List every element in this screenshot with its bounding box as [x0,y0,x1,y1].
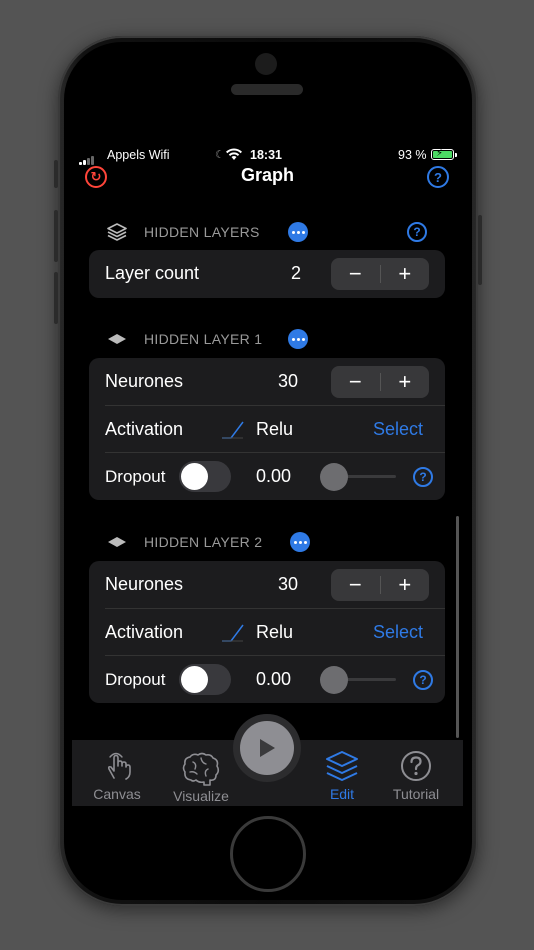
dropout-value: 0.00 [256,669,292,689]
section-help-icon[interactable]: ? [407,222,427,242]
cellular-signal-icon [79,151,95,165]
tab-canvas[interactable]: Canvas [77,740,157,806]
neurones-label: Neurones [105,574,184,594]
increment-button[interactable]: + [381,259,430,289]
neurones-row: Neurones 30 − + [89,358,445,405]
dropout-row: Dropout 0.00 ? [105,655,445,702]
layers-icon [326,751,358,781]
tab-visualize[interactable]: Visualize [161,742,241,806]
layer-diamond-icon [108,537,126,547]
layer-diamond-icon [108,334,126,344]
activation-row: Activation Relu Select [105,405,445,452]
hidden-layer-2-header: HIDDEN LAYER 2 [72,530,463,554]
neurones-value: 30 [278,574,299,594]
scroll-indicator[interactable] [456,516,459,738]
relu-graph-icon [222,421,244,439]
hidden-layer-2-card: Neurones 30 − + Activation Relu Select D… [89,561,445,703]
navigation-bar: ↻ Graph ? [72,165,463,191]
dropout-help-icon[interactable]: ? [413,467,433,487]
activation-row: Activation Relu Select [105,608,445,655]
section-title: HIDDEN LAYER 1 [144,331,263,347]
section-title: HIDDEN LAYER 2 [144,534,263,550]
neurones-label: Neurones [105,371,184,391]
layer-count-value: 2 [291,263,302,283]
layer-count-stepper[interactable]: − + [331,258,429,290]
tab-label: Edit [329,786,355,802]
more-options-icon[interactable] [288,222,308,242]
volume-down-button [54,272,58,324]
decrement-button[interactable]: − [331,259,380,289]
dropout-help-icon[interactable]: ? [413,670,433,690]
home-button[interactable] [230,816,306,892]
layer-count-card: Layer count 2 − + [89,250,445,298]
app-screen: Appels Wifi ☾ 18:31 93 % ⚡ ↻ Graph ? HID… [72,143,463,806]
status-bar: Appels Wifi ☾ 18:31 93 % ⚡ [72,143,463,165]
battery-icon: ⚡ [431,148,457,160]
layer-count-label: Layer count [105,263,200,283]
hand-tap-icon [107,752,131,780]
dropout-toggle[interactable] [179,461,231,492]
activation-value: Relu [256,419,294,439]
help-icon[interactable]: ? [427,166,449,188]
earpiece-speaker [231,84,303,95]
tab-label: Tutorial [392,786,440,802]
layer-count-row: Layer count 2 − + [89,250,445,297]
hidden-layer-1-header: HIDDEN LAYER 1 [72,327,463,351]
slider-thumb[interactable] [320,666,348,694]
tab-label: Canvas [93,786,141,802]
slider-thumb[interactable] [320,463,348,491]
dropout-toggle[interactable] [179,664,231,695]
carrier-name: Appels Wifi [107,148,170,162]
tab-label: Visualize [173,788,229,804]
play-button-container [233,714,301,782]
question-icon [401,751,431,781]
dropout-slider[interactable] [320,463,396,491]
status-time: 18:31 [250,148,282,162]
dropout-value: 0.00 [256,466,292,486]
stack-layers-icon [107,223,127,241]
dropout-label: Dropout [105,467,166,486]
neurones-value: 30 [278,371,299,391]
brain-icon [182,752,220,786]
dropout-label: Dropout [105,670,166,689]
page-title: Graph [240,165,294,185]
volume-up-button [54,210,58,262]
wifi-icon [225,148,243,164]
section-title: HIDDEN LAYERS [144,224,260,240]
hidden-layer-1-card: Neurones 30 − + Activation Relu Select D… [89,358,445,500]
play-icon [260,739,275,757]
neurones-row: Neurones 30 − + [89,561,445,608]
activation-label: Activation [105,419,184,439]
dropout-row: Dropout 0.00 ? [105,452,445,499]
battery-percentage: 93 % [398,148,427,162]
mute-switch [54,160,58,188]
dropout-slider[interactable] [320,666,396,694]
tab-edit[interactable]: Edit [302,740,382,806]
activation-label: Activation [105,622,184,642]
decrement-button[interactable]: − [331,367,380,397]
select-activation-button[interactable]: Select [373,419,423,440]
more-options-icon[interactable] [290,532,310,552]
neurones-stepper[interactable]: − + [331,366,429,398]
more-options-icon[interactable] [288,329,308,349]
do-not-disturb-icon: ☾ [215,149,225,161]
hidden-layers-header: HIDDEN LAYERS ? [72,220,463,244]
power-button [478,215,482,285]
neurones-stepper[interactable]: − + [331,569,429,601]
front-camera [255,53,277,75]
tab-tutorial[interactable]: Tutorial [376,740,456,806]
select-activation-button[interactable]: Select [373,622,423,643]
increment-button[interactable]: + [381,570,430,600]
relu-graph-icon [222,624,244,642]
decrement-button[interactable]: − [331,570,380,600]
activation-value: Relu [256,622,294,642]
increment-button[interactable]: + [381,367,430,397]
play-button[interactable] [240,721,294,775]
